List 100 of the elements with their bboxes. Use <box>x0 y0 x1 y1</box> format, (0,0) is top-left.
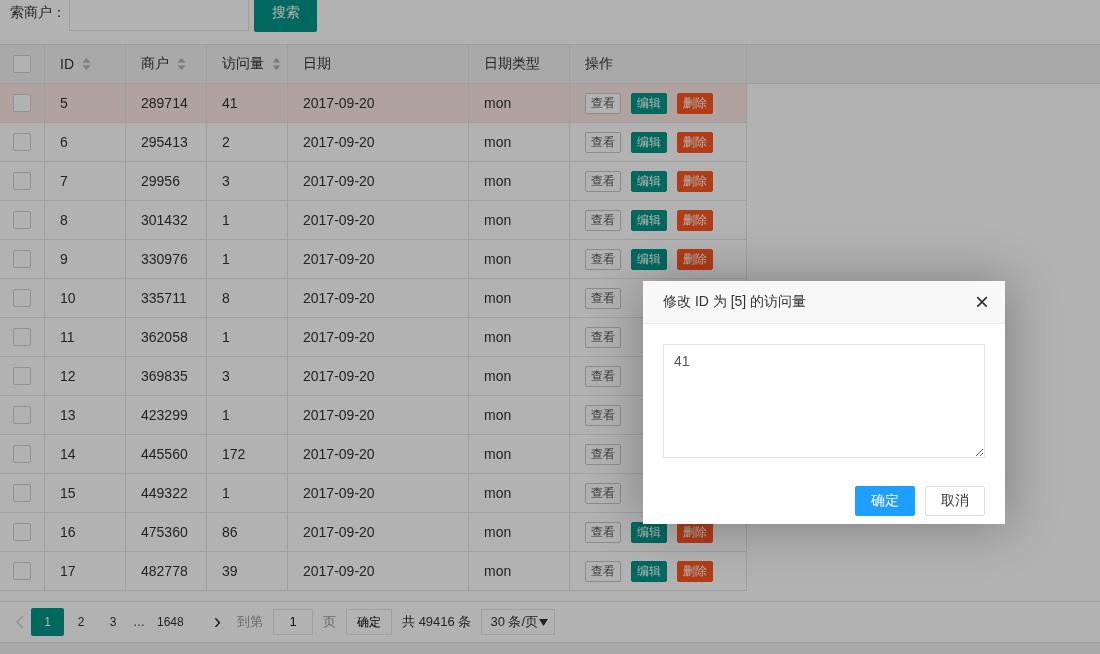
row-checkbox[interactable] <box>13 211 31 229</box>
table-cell: 1 <box>222 251 230 267</box>
input-field[interactable]: 41 <box>663 344 985 458</box>
table-cell: 9 <box>60 251 68 267</box>
edit-button[interactable]: 编辑 <box>631 131 667 153</box>
table-cell: 2017-09-20 <box>303 134 375 150</box>
delete-button[interactable]: 删除 <box>677 170 713 192</box>
view-button[interactable]: 查看 <box>585 131 621 153</box>
row-checkbox[interactable] <box>13 94 31 112</box>
table-cell: 369835 <box>141 368 188 384</box>
page-size-select[interactable]: 30 条/页 <box>481 609 556 635</box>
table-cell: mon <box>484 485 512 501</box>
table-cell: 10 <box>60 290 76 306</box>
column-header[interactable]: 操作 <box>570 45 747 83</box>
table-cell: 13 <box>60 407 76 423</box>
page-button[interactable]: 1 <box>31 608 64 636</box>
row-checkbox[interactable] <box>13 172 31 190</box>
column-header[interactable]: ID <box>45 45 126 83</box>
close-button[interactable]: × <box>973 292 991 312</box>
table-cell: 29956 <box>141 173 180 189</box>
search-button[interactable]: 搜索 <box>254 0 317 32</box>
table-cell: 289714 <box>141 95 188 111</box>
view-button[interactable]: 查看 <box>585 326 621 348</box>
view-button[interactable]: 查看 <box>585 521 621 543</box>
view-button[interactable]: 查看 <box>585 92 621 114</box>
table-cell: 2017-09-20 <box>303 329 375 345</box>
view-button[interactable]: 查看 <box>585 365 621 387</box>
page-button[interactable]: 2 <box>66 608 96 636</box>
row-checkbox[interactable] <box>13 523 31 541</box>
table-cell: 39 <box>222 563 238 579</box>
row-checkbox[interactable] <box>13 562 31 580</box>
edit-button[interactable]: 编辑 <box>631 248 667 270</box>
column-header[interactable]: 日期 <box>288 45 469 83</box>
edit-button[interactable]: 编辑 <box>631 170 667 192</box>
row-checkbox[interactable] <box>13 250 31 268</box>
view-button[interactable]: 查看 <box>585 443 621 465</box>
delete-button[interactable]: 删除 <box>677 560 713 582</box>
next-page-button[interactable]: › <box>207 612 228 632</box>
sort-icon[interactable] <box>177 57 186 71</box>
ellipsis: … <box>132 615 146 629</box>
table-cell: 2017-09-20 <box>303 173 375 189</box>
view-button[interactable]: 查看 <box>585 170 621 192</box>
page-unit: 页 <box>322 613 338 631</box>
row-checkbox[interactable] <box>13 328 31 346</box>
table-cell: 295413 <box>141 134 188 150</box>
table-cell: 7 <box>60 173 68 189</box>
view-button[interactable]: 查看 <box>585 209 621 231</box>
row-checkbox[interactable] <box>13 133 31 151</box>
dialog-title: 修改 ID 为 [5] 的访问量 <box>663 293 807 311</box>
table-cell: 1 <box>222 329 230 345</box>
table-cell: 2 <box>222 134 230 150</box>
view-button[interactable]: 查看 <box>585 482 621 504</box>
column-header[interactable]: 日期类型 <box>469 45 570 83</box>
page-button[interactable]: 3 <box>98 608 128 636</box>
delete-button[interactable]: 删除 <box>677 209 713 231</box>
row-checkbox[interactable] <box>13 367 31 385</box>
cancel-button[interactable]: 取消 <box>925 486 985 516</box>
table-cell: mon <box>484 290 512 306</box>
sort-icon[interactable] <box>272 57 281 71</box>
row-checkbox[interactable] <box>13 289 31 307</box>
edit-button[interactable]: 编辑 <box>631 92 667 114</box>
table-cell: 14 <box>60 446 76 462</box>
column-header[interactable]: 商户 <box>126 45 207 83</box>
table-cell: 2017-09-20 <box>303 368 375 384</box>
table-cell: 12 <box>60 368 76 384</box>
table-cell: 449322 <box>141 485 188 501</box>
row-checkbox[interactable] <box>13 445 31 463</box>
table-cell: mon <box>484 563 512 579</box>
go-button[interactable]: 确定 <box>346 609 393 635</box>
delete-button[interactable]: 删除 <box>677 92 713 114</box>
table-cell: 482778 <box>141 563 188 579</box>
table-cell: 11 <box>60 329 75 345</box>
table-cell: mon <box>484 134 512 150</box>
edit-button[interactable]: 编辑 <box>631 560 667 582</box>
table-cell: 6 <box>60 134 68 150</box>
table-cell: 3 <box>222 368 230 384</box>
column-header[interactable]: 访问量 <box>207 45 288 83</box>
view-button[interactable]: 查看 <box>585 248 621 270</box>
row-checkbox[interactable] <box>13 484 31 502</box>
view-button[interactable]: 查看 <box>585 560 621 582</box>
delete-button[interactable]: 删除 <box>677 131 713 153</box>
table-cell: mon <box>484 368 512 384</box>
table-cell: 2017-09-20 <box>303 485 375 501</box>
table-cell: 1 <box>222 407 230 423</box>
table-cell: 423299 <box>141 407 188 423</box>
view-button[interactable]: 查看 <box>585 287 621 309</box>
row-checkbox[interactable] <box>13 406 31 424</box>
table-cell: 172 <box>222 446 246 462</box>
table-cell: 335711 <box>141 290 187 306</box>
view-button[interactable]: 查看 <box>585 404 621 426</box>
sort-icon[interactable] <box>82 57 91 71</box>
select-all-checkbox[interactable] <box>13 55 31 73</box>
table-cell: mon <box>484 95 512 111</box>
table-cell: 15 <box>60 485 76 501</box>
edit-button[interactable]: 编辑 <box>631 209 667 231</box>
table-cell: 17 <box>60 563 76 579</box>
page-input[interactable]: 1 <box>273 609 314 635</box>
selected-row[interactable]: 5 289714 41 2017-09-20 mon 查看 编辑 删除 <box>0 84 747 123</box>
delete-button[interactable]: 删除 <box>677 248 713 270</box>
page-button[interactable]: 1648 <box>150 608 191 636</box>
